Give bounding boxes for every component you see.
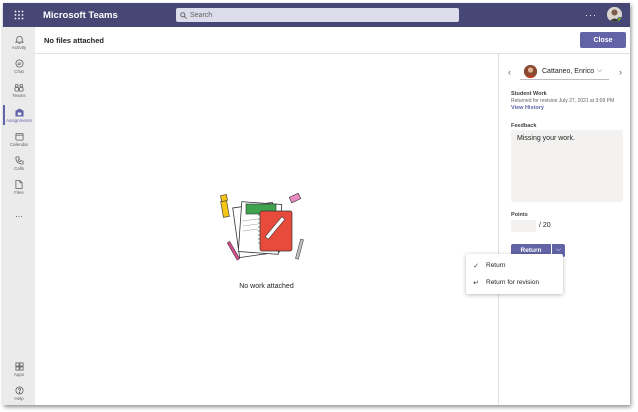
rail-item-help[interactable]: Help: [3, 381, 35, 405]
rail-label: Assignments: [6, 117, 32, 123]
rail-label: Calls: [13, 165, 24, 171]
search-placeholder: Search: [190, 11, 213, 19]
menu-item-label: Return: [486, 262, 506, 269]
phone-icon: [14, 155, 24, 165]
rail-item-more[interactable]: ...: [3, 202, 35, 226]
app-rail: Activity Chat Teams Assignments Calendar: [3, 27, 35, 405]
rail-label: Teams: [12, 92, 26, 98]
feedback-field[interactable]: Missing your work.: [511, 130, 623, 202]
student-work-label: Student Work: [511, 91, 547, 97]
return-options-menu: ✓ Return ↵ Return for revision: [466, 254, 563, 294]
page-title: No files attached: [44, 35, 105, 45]
bell-icon: [14, 35, 24, 44]
rail-item-calendar[interactable]: Calendar: [3, 127, 35, 151]
teams-window: Microsoft Teams Search ··· Activity Chat…: [3, 3, 630, 405]
rail-label: Apps: [13, 371, 25, 377]
calendar-icon: [14, 132, 24, 141]
rail-label: Calendar: [9, 141, 29, 147]
assignment-header: No files attached Close: [35, 27, 630, 54]
app-title: Microsoft Teams: [43, 9, 118, 21]
rail-label: Activity: [11, 44, 27, 50]
rail-label: Help: [14, 395, 24, 401]
feedback-label: Feedback: [511, 123, 537, 129]
more-icon: ...: [15, 209, 23, 219]
help-icon: [14, 385, 24, 395]
rail-label: Chat: [14, 68, 24, 74]
status-text: Returned for revision July 27, 2021 at 3…: [511, 98, 615, 104]
rail-item-apps[interactable]: Apps: [3, 357, 35, 381]
rail-item-chat[interactable]: Chat: [3, 54, 35, 78]
menu-item-label: Return for revision: [486, 279, 540, 286]
app-launcher-icon[interactable]: [3, 3, 35, 27]
teams-icon: [14, 83, 24, 92]
search-icon: [180, 11, 187, 19]
chevron-left-icon[interactable]: ‹: [508, 67, 511, 77]
rail-item-activity[interactable]: Activity: [3, 30, 35, 54]
points-label: Points: [511, 212, 528, 218]
rail-item-files[interactable]: Files: [3, 175, 35, 199]
close-button[interactable]: Close: [580, 32, 626, 48]
student-select[interactable]: Cattaneo, Enrico: [542, 68, 594, 75]
assignments-icon: [14, 107, 24, 117]
return-arrow-icon: ↵: [473, 279, 479, 287]
search-input[interactable]: Search: [176, 8, 459, 22]
avatar: [524, 65, 537, 78]
checkmark-icon: ✓: [473, 262, 479, 270]
empty-work-illustration: [220, 193, 304, 261]
rail-item-assignments[interactable]: Assignments: [3, 103, 35, 127]
presence-available-icon: [617, 17, 622, 22]
grading-panel: ‹ Cattaneo, Enrico ⌵ › Student Work Retu…: [498, 54, 630, 405]
divider: [520, 79, 609, 80]
menu-item-return[interactable]: ✓ Return: [466, 257, 563, 274]
chevron-right-icon[interactable]: ›: [619, 67, 622, 77]
points-input[interactable]: [511, 220, 536, 232]
view-history-link[interactable]: View History: [511, 105, 544, 111]
chat-icon: [14, 58, 24, 68]
menu-item-return-for-revision[interactable]: ↵ Return for revision: [466, 274, 563, 291]
work-preview-area: No work attached: [35, 54, 498, 405]
empty-state-text: No work attached: [239, 283, 294, 290]
chevron-down-icon: ⌵: [556, 247, 561, 253]
rail-label: Files: [14, 189, 24, 195]
rail-item-calls[interactable]: Calls: [3, 151, 35, 175]
top-bar: Microsoft Teams Search ···: [3, 3, 630, 27]
apps-icon: [14, 361, 24, 371]
points-total: / 20: [539, 222, 551, 229]
student-navigator: ‹ Cattaneo, Enrico ⌵ ›: [499, 64, 630, 80]
more-horizontal-icon[interactable]: ···: [585, 10, 597, 20]
chevron-down-icon[interactable]: ⌵: [597, 67, 602, 75]
file-icon: [15, 179, 23, 189]
avatar[interactable]: [607, 7, 622, 22]
rail-item-teams[interactable]: Teams: [3, 78, 35, 102]
